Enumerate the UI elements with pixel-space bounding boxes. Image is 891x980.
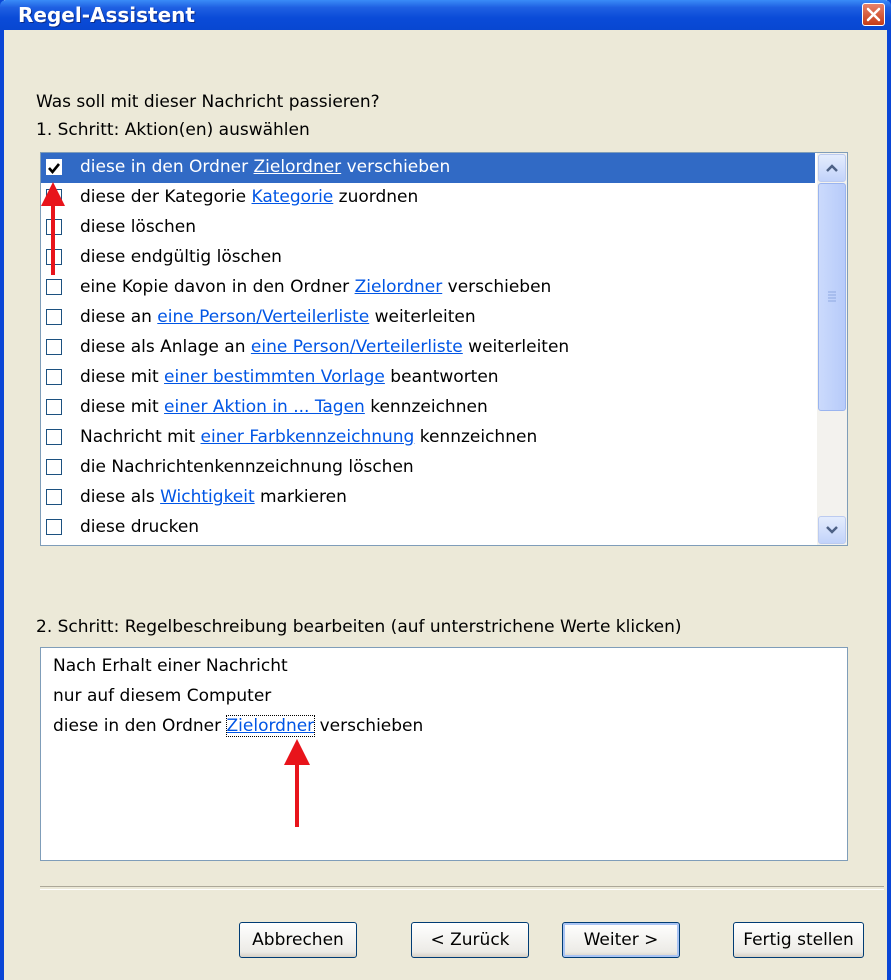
rule-wizard-dialog: Regel-Assistent Was soll mit dieser Nach… xyxy=(0,0,891,980)
action-checkbox[interactable] xyxy=(46,489,62,505)
action-label: diese löschen xyxy=(80,217,197,237)
action-checkbox[interactable] xyxy=(46,309,62,325)
action-row[interactable]: diese mit einer Aktion in ... Tagen kenn… xyxy=(41,393,815,423)
action-row[interactable]: diese an eine Person/Verteilerliste weit… xyxy=(41,303,815,333)
action-value-link[interactable]: einer bestimmten Vorlage xyxy=(164,367,385,387)
chevron-up-icon xyxy=(826,164,838,172)
actions-scrollbar[interactable] xyxy=(817,153,847,545)
action-checkbox[interactable] xyxy=(46,369,62,385)
action-label: diese mit einer bestimmten Vorlage beant… xyxy=(80,367,499,387)
description-line-2: nur auf diesem Computer xyxy=(53,686,272,706)
chevron-down-icon xyxy=(826,526,838,534)
next-button[interactable]: Weiter > xyxy=(562,922,680,958)
action-label: die Nachrichtenkennzeichnung löschen xyxy=(80,457,414,477)
action-value-link[interactable]: Zielordner xyxy=(254,157,342,177)
description-line-1: Nach Erhalt einer Nachricht xyxy=(53,656,288,676)
action-label: diese als Anlage an eine Person/Verteile… xyxy=(80,337,570,357)
step2-label: 2. Schritt: Regelbeschreibung bearbeiten… xyxy=(36,617,682,637)
cancel-button[interactable]: Abbrechen xyxy=(239,922,357,958)
back-button[interactable]: < Zurück xyxy=(411,922,529,958)
scroll-thumb[interactable] xyxy=(818,183,846,411)
action-checkbox[interactable] xyxy=(46,429,62,445)
action-row[interactable]: die Nachrichtenkennzeichnung löschen xyxy=(41,453,815,483)
action-value-link[interactable]: eine Person/Verteilerliste xyxy=(157,307,369,327)
action-value-link[interactable]: einer Farbkennzeichnung xyxy=(201,427,415,447)
checkmark-icon xyxy=(48,163,61,175)
action-label: diese drucken xyxy=(80,517,200,537)
window-title: Regel-Assistent xyxy=(18,3,195,27)
title-bar[interactable]: Regel-Assistent xyxy=(0,0,891,30)
action-value-link[interactable]: Zielordner xyxy=(355,277,443,297)
action-value-link[interactable]: eine Person/Verteilerliste xyxy=(251,337,463,357)
action-value-link[interactable]: Kategorie xyxy=(252,187,334,207)
action-label: Nachricht mit einer Farbkennzeichnung ke… xyxy=(80,427,538,447)
action-checkbox[interactable] xyxy=(46,339,62,355)
description-line-3: diese in den Ordner Zielordner verschieb… xyxy=(53,715,424,737)
prompt-text: Was soll mit dieser Nachricht passieren? xyxy=(36,92,380,112)
annotation-arrow-link xyxy=(284,739,310,827)
action-row[interactable]: diese drucken xyxy=(41,513,815,543)
action-row[interactable]: diese löschen xyxy=(41,213,815,243)
action-row[interactable]: diese als Wichtigkeit markieren xyxy=(41,483,815,513)
rule-description-box: Nach Erhalt einer Nachricht nur auf dies… xyxy=(40,647,848,861)
action-label: diese an eine Person/Verteilerliste weit… xyxy=(80,307,476,327)
action-label: eine Kopie davon in den Ordner Zielordne… xyxy=(80,277,552,297)
scroll-down-button[interactable] xyxy=(818,516,846,544)
action-label: diese mit einer Aktion in ... Tagen kenn… xyxy=(80,397,488,417)
action-row[interactable]: diese der Kategorie Kategorie zuordnen xyxy=(41,183,815,213)
action-row[interactable]: diese endgültig löschen xyxy=(41,243,815,273)
action-row[interactable]: diese mit einer bestimmten Vorlage beant… xyxy=(41,363,815,393)
actions-list[interactable]: diese in den Ordner Zielordner verschieb… xyxy=(40,152,848,546)
target-folder-link[interactable]: Zielordner xyxy=(225,715,316,737)
action-value-link[interactable]: Wichtigkeit xyxy=(160,487,255,507)
action-label: diese der Kategorie Kategorie zuordnen xyxy=(80,187,419,207)
close-button[interactable] xyxy=(862,3,885,26)
finish-button[interactable]: Fertig stellen xyxy=(733,922,864,958)
description-line-3-suffix: verschieben xyxy=(314,716,424,736)
action-row[interactable]: eine Kopie davon in den Ordner Zielordne… xyxy=(41,273,815,303)
action-label: diese endgültig löschen xyxy=(80,247,282,267)
action-checkbox[interactable] xyxy=(46,459,62,475)
separator xyxy=(40,886,884,890)
action-checkbox[interactable] xyxy=(46,279,62,295)
close-icon xyxy=(866,7,881,22)
action-value-link[interactable]: einer Aktion in ... Tagen xyxy=(164,397,365,417)
action-checkbox[interactable] xyxy=(46,159,62,175)
step1-label: 1. Schritt: Aktion(en) auswählen xyxy=(36,120,310,140)
action-checkbox[interactable] xyxy=(46,519,62,535)
action-row[interactable]: Nachricht mit einer Farbkennzeichnung ke… xyxy=(41,423,815,453)
action-checkbox[interactable] xyxy=(46,399,62,415)
action-row[interactable]: diese in den Ordner Zielordner verschieb… xyxy=(41,153,815,183)
action-label: diese in den Ordner Zielordner verschieb… xyxy=(80,157,451,177)
action-label: diese als Wichtigkeit markieren xyxy=(80,487,347,507)
grip-icon xyxy=(828,291,836,302)
action-row[interactable]: diese als Anlage an eine Person/Verteile… xyxy=(41,333,815,363)
description-line-3-text: diese in den Ordner xyxy=(53,716,227,736)
scroll-up-button[interactable] xyxy=(818,154,846,182)
annotation-arrow-checkbox xyxy=(41,182,65,275)
